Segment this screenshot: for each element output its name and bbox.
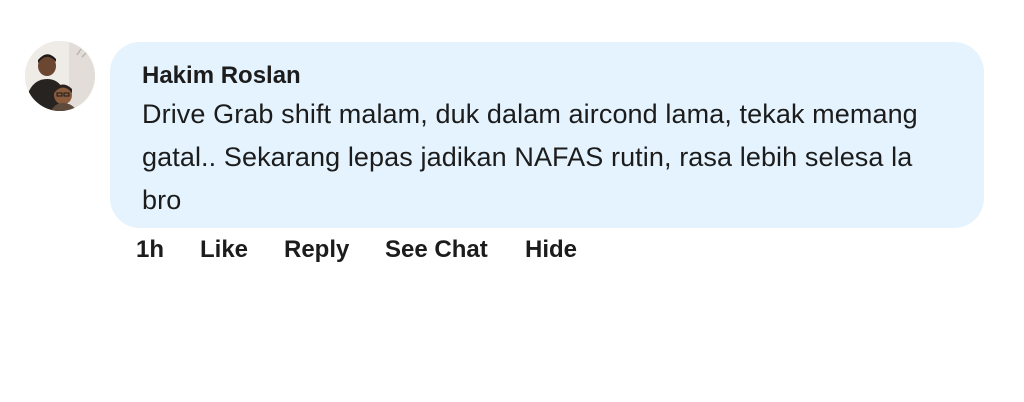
comment-text: Drive Grab shift malam, duk dalam aircon… [142, 99, 918, 215]
like-button[interactable]: Like [200, 236, 284, 264]
avatar[interactable] [25, 41, 95, 111]
comment-actions: 1h Like Reply See Chat Hide [136, 234, 577, 266]
hide-button[interactable]: Hide [525, 236, 577, 264]
timestamp[interactable]: 1h [136, 236, 200, 264]
comment: Hakim Roslan Drive Grab shift malam, duk… [0, 0, 1024, 402]
see-chat-button[interactable]: See Chat [385, 236, 525, 264]
author-name[interactable]: Hakim Roslan [142, 62, 301, 90]
comment-bubble: Hakim Roslan Drive Grab shift malam, duk… [110, 42, 984, 228]
reply-button[interactable]: Reply [284, 236, 385, 264]
user-photo-avatar-icon [25, 41, 95, 111]
